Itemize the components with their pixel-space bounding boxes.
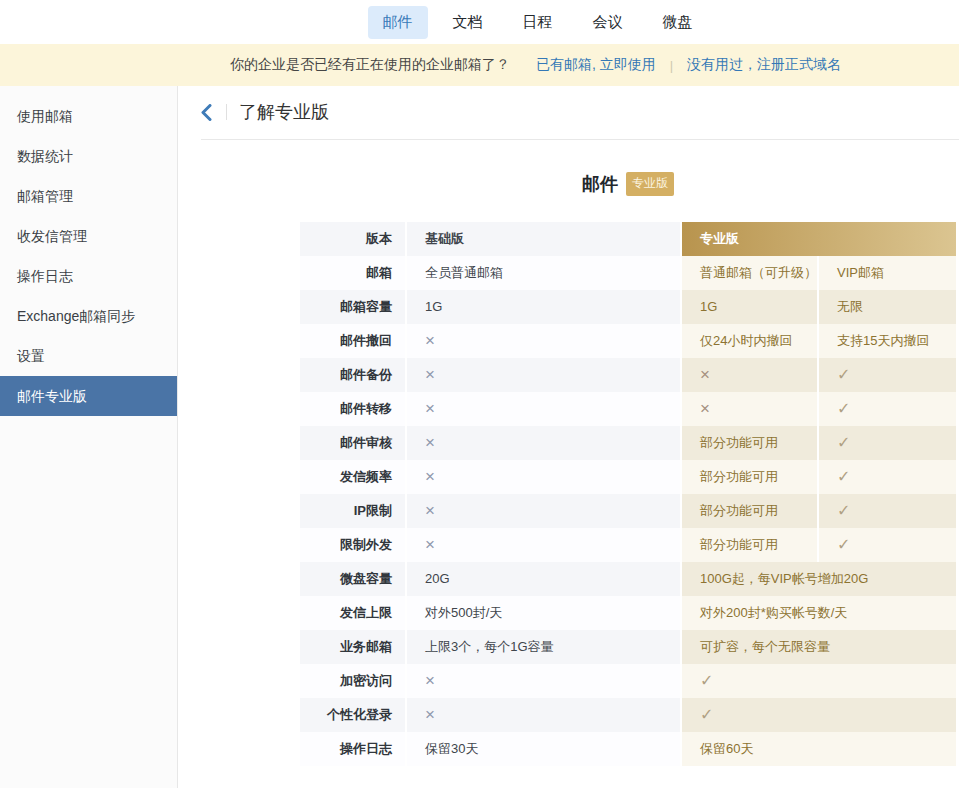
row-label: 发信上限 [300,596,405,630]
pro-value: VIP邮箱 [819,256,956,290]
sidebar-item-4[interactable]: 收发信管理 [0,216,177,256]
sidebar-item-8[interactable]: 邮件专业版 [0,376,177,416]
basic-value: 1G [407,290,680,324]
header-basic: 基础版 [407,222,680,256]
page-header: 了解专业版 [201,98,959,126]
row-label: 个性化登录 [300,698,405,732]
nav-tab-1[interactable]: 邮件 [368,6,428,39]
pro-check-icon: ✓ [682,698,956,732]
basic-cross-icon: × [407,698,680,732]
sidebar-item-6[interactable]: Exchange邮箱同步 [0,296,177,336]
basic-cross-icon: × [407,426,680,460]
pro-cross-icon: × [682,392,817,426]
pro-value: 1G [682,290,817,324]
sidebar-item-3[interactable]: 邮箱管理 [0,176,177,216]
nav-tab-4[interactable]: 会议 [593,6,623,39]
row-label: 邮件审核 [300,426,405,460]
header-version: 版本 [300,222,405,256]
sidebar-item-1[interactable]: 使用邮箱 [0,96,177,136]
sidebar-item-7[interactable]: 设置 [0,336,177,376]
banner-question: 你的企业是否已经有正在使用的企业邮箱了？ [230,56,510,74]
comparison-table: 版本基础版专业版邮箱全员普通邮箱普通邮箱（可升级）VIP邮箱邮箱容量1G1G无限… [300,222,956,766]
nav-tab-5[interactable]: 微盘 [663,6,693,39]
row-label: 业务邮箱 [300,630,405,664]
row-label: 邮件转移 [300,392,405,426]
pro-check-icon: ✓ [682,664,956,698]
pro-value: 部分功能可用 [682,494,817,528]
main-content: 了解专业版 邮件专业版 版本基础版专业版邮箱全员普通邮箱普通邮箱（可升级）VIP… [178,86,959,788]
top-nav: 邮件文档 日程 会议 微盘 [0,0,959,44]
banner-link-existing-mailbox[interactable]: 已有邮箱, 立即使用 [536,56,656,74]
table-title-text: 邮件 [582,174,618,194]
row-label: 发信频率 [300,460,405,494]
notice-banner: 你的企业是否已经有正在使用的企业邮箱了？ 已有邮箱, 立即使用 | 没有用过，注… [0,44,959,86]
pro-check-icon: ✓ [819,494,956,528]
basic-cross-icon: × [407,358,680,392]
chevron-left-icon [201,104,212,121]
nav-tab-2[interactable]: 文档 [453,6,483,39]
sidebar-item-2[interactable]: 数据统计 [0,136,177,176]
basic-value: 全员普通邮箱 [407,256,680,290]
basic-cross-icon: × [407,664,680,698]
pro-value: 100G起，每VIP帐号增加20G [682,562,956,596]
sidebar-item-5[interactable]: 操作日志 [0,256,177,296]
basic-value: 对外500封/天 [407,596,680,630]
pro-check-icon: ✓ [819,392,956,426]
pro-check-icon: ✓ [819,358,956,392]
pro-value: 普通邮箱（可升级） [682,256,817,290]
page-title: 了解专业版 [239,100,329,124]
basic-cross-icon: × [407,324,680,358]
pro-value: 仅24小时内撤回 [682,324,817,358]
basic-cross-icon: × [407,528,680,562]
pro-check-icon: ✓ [819,460,956,494]
nav-tabs: 邮件文档 日程 会议 微盘 [363,6,713,39]
basic-cross-icon: × [407,460,680,494]
table-title: 邮件专业版 [300,172,956,198]
row-label: 微盘容量 [300,562,405,596]
basic-value: 保留30天 [407,732,680,766]
pro-value: 部分功能可用 [682,528,817,562]
header-pro: 专业版 [682,222,956,256]
banner-link-register-domain[interactable]: 没有用过，注册正式域名 [687,56,841,74]
pro-cross-icon: × [682,358,817,392]
pro-check-icon: ✓ [819,426,956,460]
banner-separator: | [670,58,673,73]
basic-cross-icon: × [407,392,680,426]
row-label: 邮件撤回 [300,324,405,358]
pro-value: 无限 [819,290,956,324]
row-label: 限制外发 [300,528,405,562]
basic-value: 上限3个，每个1G容量 [407,630,680,664]
pro-value: 对外200封*购买帐号数/天 [682,596,956,630]
row-label: 操作日志 [300,732,405,766]
basic-cross-icon: × [407,494,680,528]
pro-badge: 专业版 [626,172,674,196]
pro-check-icon: ✓ [819,528,956,562]
header-divider [226,104,227,120]
pro-value: 部分功能可用 [682,426,817,460]
back-button[interactable] [201,103,217,121]
row-label: 邮箱容量 [300,290,405,324]
row-label: IP限制 [300,494,405,528]
nav-tab-3[interactable]: 日程 [523,6,553,39]
header-rule [201,139,959,140]
pro-value: 可扩容，每个无限容量 [682,630,956,664]
row-label: 邮箱 [300,256,405,290]
sidebar: 使用邮箱数据统计邮箱管理收发信管理操作日志Exchange邮箱同步设置邮件专业版 [0,86,178,788]
pro-value: 部分功能可用 [682,460,817,494]
row-label: 加密访问 [300,664,405,698]
pro-value: 支持15天内撤回 [819,324,956,358]
basic-value: 20G [407,562,680,596]
row-label: 邮件备份 [300,358,405,392]
pro-value: 保留60天 [682,732,956,766]
